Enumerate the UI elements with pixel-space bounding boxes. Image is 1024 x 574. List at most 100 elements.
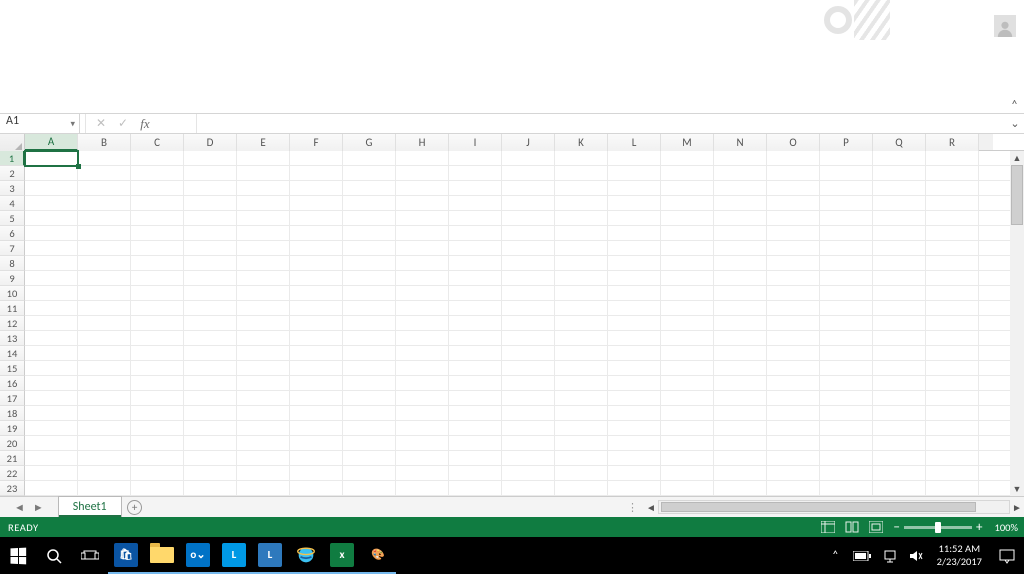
column-header[interactable]: R (926, 134, 979, 151)
zoom-out-button[interactable]: − (890, 521, 904, 534)
row-header[interactable]: 1 (0, 151, 25, 166)
horizontal-scrollbar[interactable]: ◄ ► (644, 497, 1024, 517)
taskbar-app-manager[interactable]: L (216, 537, 252, 574)
view-page-layout-icon[interactable] (840, 517, 864, 537)
view-normal-icon[interactable] (816, 517, 840, 537)
scroll-left-icon[interactable]: ◄ (644, 501, 658, 514)
row-header[interactable]: 16 (0, 376, 25, 391)
row-header[interactable]: 9 (0, 271, 25, 286)
taskbar-app-lync[interactable]: L (252, 537, 288, 574)
battery-icon[interactable] (847, 551, 877, 561)
name-box-value[interactable]: A1 (0, 114, 79, 133)
store-icon: 🛍 (114, 543, 138, 567)
row-header[interactable]: 5 (0, 211, 25, 226)
formula-input[interactable] (196, 114, 1006, 133)
taskbar-app-excel[interactable]: x (324, 537, 360, 574)
expand-formula-bar-icon[interactable]: ⌄ (1006, 114, 1024, 133)
column-header[interactable]: G (343, 134, 396, 151)
sheet-tab-strip: ◄ ► Sheet1 + ⋮ ◄ ► (0, 496, 1024, 517)
vertical-scrollbar[interactable]: ▲ ▼ (1010, 151, 1024, 496)
tab-nav-next-icon[interactable]: ► (29, 501, 48, 514)
action-center-icon[interactable] (990, 537, 1024, 574)
view-page-break-icon[interactable] (864, 517, 888, 537)
account-icon[interactable] (994, 15, 1016, 37)
row-header[interactable]: 23 (0, 481, 25, 496)
sheet-tab-active[interactable]: Sheet1 (58, 496, 122, 517)
name-box[interactable]: A1 ▾ (0, 114, 80, 133)
column-header[interactable]: I (449, 134, 502, 151)
row-header[interactable]: 22 (0, 466, 25, 481)
scroll-right-icon[interactable]: ► (1010, 501, 1024, 514)
taskbar-app-file-explorer[interactable] (144, 537, 180, 574)
select-all-corner[interactable] (0, 134, 25, 151)
windows-taskbar: 🛍 o⌄ L L x 🎨 ˄ 11:52 AM 2/23/2017 (0, 537, 1024, 574)
row-header[interactable]: 21 (0, 451, 25, 466)
row-header[interactable]: 14 (0, 346, 25, 361)
zoom-slider[interactable] (904, 526, 972, 529)
column-header[interactable]: O (767, 134, 820, 151)
column-header[interactable]: H (396, 134, 449, 151)
tray-overflow-icon[interactable]: ˄ (824, 549, 846, 563)
search-button[interactable] (36, 537, 72, 574)
column-header[interactable]: Q (873, 134, 926, 151)
taskbar-clock[interactable]: 11:52 AM 2/23/2017 (929, 543, 990, 568)
row-header[interactable]: 13 (0, 331, 25, 346)
tab-nav-prev-icon[interactable]: ◄ (10, 501, 29, 514)
column-header[interactable]: E (237, 134, 290, 151)
column-header[interactable]: F (290, 134, 343, 151)
row-header[interactable]: 20 (0, 436, 25, 451)
row-header[interactable]: 2 (0, 166, 25, 181)
row-header[interactable]: 6 (0, 226, 25, 241)
plus-icon: + (127, 500, 142, 515)
windows-logo-icon (10, 547, 26, 564)
zoom-slider-knob[interactable] (935, 522, 941, 533)
row-header[interactable]: 11 (0, 301, 25, 316)
start-button[interactable] (0, 537, 36, 574)
insert-function-icon[interactable]: fx (134, 114, 156, 133)
volume-icon[interactable] (903, 549, 929, 563)
taskbar-app-ie[interactable] (288, 537, 324, 574)
scroll-down-icon[interactable]: ▼ (1010, 482, 1024, 496)
column-header[interactable]: L (608, 134, 661, 151)
taskbar-app-outlook[interactable]: o⌄ (180, 537, 216, 574)
column-header[interactable]: J (502, 134, 555, 151)
row-header[interactable]: 4 (0, 196, 25, 211)
row-header[interactable]: 3 (0, 181, 25, 196)
row-header[interactable]: 15 (0, 361, 25, 376)
scroll-up-icon[interactable]: ▲ (1010, 151, 1024, 165)
horizontal-scroll-thumb[interactable] (661, 502, 976, 512)
column-header[interactable]: C (131, 134, 184, 151)
taskbar-app-store[interactable]: 🛍 (108, 537, 144, 574)
task-view-button[interactable] (72, 537, 108, 574)
network-icon[interactable] (877, 549, 903, 563)
column-header[interactable]: N (714, 134, 767, 151)
row-header[interactable]: 12 (0, 316, 25, 331)
status-mode: READY (0, 521, 47, 534)
active-cell[interactable] (25, 151, 78, 166)
ribbon-collapse-icon[interactable]: ˄ (1011, 98, 1018, 113)
tray-date: 2/23/2017 (937, 556, 982, 569)
vertical-scroll-thumb[interactable] (1011, 165, 1023, 225)
row-header[interactable]: 10 (0, 286, 25, 301)
status-bar: READY − + 100% (0, 517, 1024, 537)
column-header[interactable]: A (25, 134, 78, 151)
zoom-percentage[interactable]: 100% (987, 521, 1018, 534)
row-header[interactable]: 17 (0, 391, 25, 406)
cells-area[interactable] (25, 151, 1024, 496)
column-header[interactable]: D (184, 134, 237, 151)
tabstrip-splitter[interactable]: ⋮ (621, 497, 644, 517)
row-header[interactable]: 8 (0, 256, 25, 271)
zoom-control[interactable]: − + 100% (888, 521, 1024, 534)
manager-icon: L (222, 543, 246, 567)
new-sheet-button[interactable]: + (122, 497, 148, 517)
row-header[interactable]: 19 (0, 421, 25, 436)
paint-icon: 🎨 (366, 543, 390, 567)
taskbar-app-paint[interactable]: 🎨 (360, 537, 396, 574)
zoom-in-button[interactable]: + (972, 521, 986, 534)
column-header[interactable]: P (820, 134, 873, 151)
column-header[interactable]: B (78, 134, 131, 151)
column-header[interactable]: M (661, 134, 714, 151)
column-header[interactable]: K (555, 134, 608, 151)
row-header[interactable]: 18 (0, 406, 25, 421)
row-header[interactable]: 7 (0, 241, 25, 256)
